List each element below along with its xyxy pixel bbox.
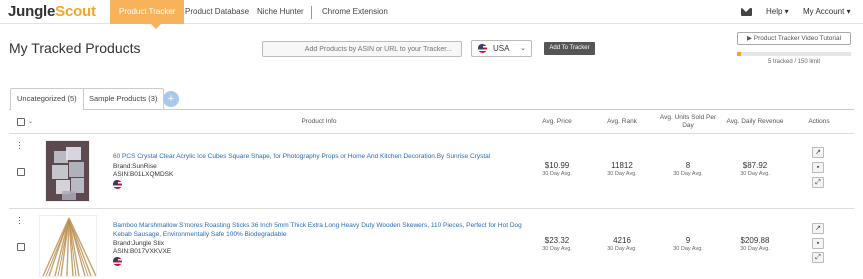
tab-sample-products[interactable]: Sample Products (3) [82,88,165,109]
nav-divider [311,6,312,19]
asin-search-input[interactable] [262,41,462,57]
nav-tab-product-database[interactable]: Product Database [185,0,249,24]
mail-icon[interactable] [741,8,752,16]
add-tab-button[interactable]: + [163,91,179,107]
header-avg-rank: Avg. Rank [607,118,637,125]
tracked-count: 5 tracked / 150 limit [767,59,821,65]
row-menu-icon[interactable]: · · · [18,213,21,228]
trash-icon[interactable]: ▪ [812,238,824,249]
tracking-limit-progress [737,52,851,56]
add-to-tracker-button[interactable]: Add To Tracker [544,42,595,55]
row-checkbox[interactable] [17,243,25,251]
table-header: ⌄ Product Info Avg. Price Avg. Rank Avg.… [9,110,854,134]
header-avg-price: Avg. Price [542,118,572,125]
avg-revenue-value: $87.92 [742,161,768,170]
us-flag-icon [113,180,122,189]
header-product-info: Product Info [301,118,337,125]
help-menu[interactable]: Help ▾ [766,0,789,24]
product-title-link[interactable]: 60 PCS Crystal Clear Acrylic Ice Cubes S… [113,152,533,161]
active-tab-pointer [151,24,161,29]
product-image-bamboo-sticks[interactable] [39,215,97,277]
product-image-ice-cubes[interactable] [45,140,90,202]
avg-units-value: 9 [685,236,691,245]
trash-icon[interactable]: ▪ [812,162,824,173]
chevron-down-icon: ⌄ [520,45,526,52]
avg-price-subtext: 30 Day Avg. [542,246,572,252]
avg-units-value: 8 [685,161,691,170]
avg-revenue-subtext: 30 Day Avg. [740,171,770,177]
my-account-menu[interactable]: My Account ▾ [803,0,851,24]
avg-revenue-subtext: 30 Day Avg. [740,246,770,252]
expand-icon[interactable]: ⤢ [812,252,824,263]
avg-rank-value: 11812 [611,161,633,170]
avg-price-value: $10.99 [544,161,570,170]
product-asin: ASIN:B017VXKVXE [113,248,172,255]
nav-tab-niche-hunter[interactable]: Niche Hunter [257,0,304,24]
page-title: My Tracked Products [9,40,141,56]
tab-uncategorized[interactable]: Uncategorized (5) [10,88,84,110]
avg-revenue-value: $209.88 [740,236,770,245]
video-tutorial-button[interactable]: ▶ Product Tracker Video Tutorial [737,32,851,45]
nav-tab-product-tracker[interactable]: Product Tracker [110,0,185,24]
tracking-limit-progress-fill [737,52,741,56]
product-brand: Brand:Jungle Stix [113,240,164,247]
external-link-icon[interactable]: ↗ [812,223,824,234]
table-row: · · · Bamboo Marshmallow S'mores Roasting … [9,210,854,279]
expand-icon[interactable]: ⤢ [812,177,824,188]
us-flag-icon [113,257,122,266]
nav-tab-chrome-extension[interactable]: Chrome Extension [322,0,388,24]
product-asin: ASIN:B01LXQMDSK [113,171,174,178]
avg-units-subtext: 30 Day Avg. [673,246,703,252]
us-flag-icon [478,44,487,53]
jungle-scout-logo[interactable]: JungleScout [8,3,96,20]
avg-rank-subtext: 30 Day Avg. [607,246,637,252]
external-link-icon[interactable]: ↗ [812,147,824,158]
header-avg-units: Avg. Units Sold Per Day [659,114,717,129]
select-all-checkbox[interactable] [17,118,25,126]
product-title-link[interactable]: Bamboo Marshmallow S'mores Roasting Stic… [113,221,533,239]
avg-price-value: $23.32 [544,236,570,245]
header-avg-revenue: Avg. Daily Revenue [726,118,784,125]
country-select[interactable]: USA ⌄ [471,40,532,57]
table-row: · · · 60 PCS Crystal Clear Acrylic Ice Cub… [9,135,854,209]
avg-rank-value: 4216 [613,236,631,245]
avg-rank-subtext: 30 Day Avg. [607,171,637,177]
header-actions: Actions [808,118,830,125]
row-checkbox[interactable] [17,168,25,176]
chevron-down-icon[interactable]: ⌄ [28,118,33,125]
avg-price-subtext: 30 Day Avg. [542,171,572,177]
country-label: USA [493,44,510,53]
top-nav: JungleScout Product Tracker Product Data… [0,0,863,24]
product-brand: Brand:SunRise [113,163,157,170]
avg-units-subtext: 30 Day Avg. [673,171,703,177]
row-menu-icon[interactable]: · · · [18,138,21,153]
